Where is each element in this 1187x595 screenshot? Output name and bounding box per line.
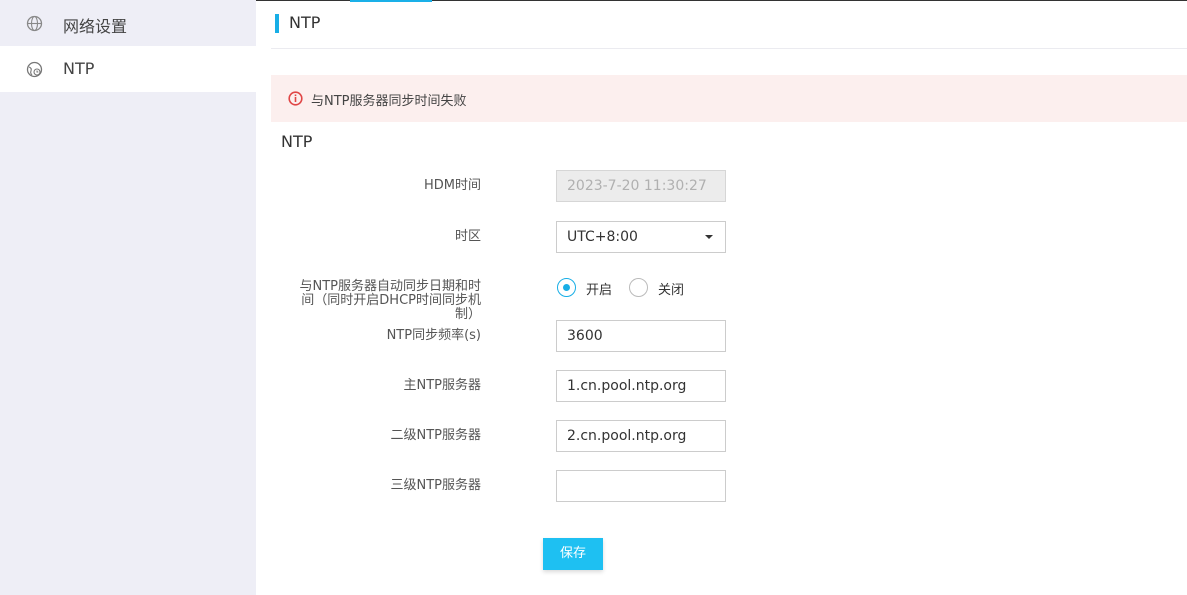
- auto-sync-off-radio[interactable]: [629, 278, 648, 297]
- auto-sync-on-label[interactable]: 开启: [586, 279, 612, 298]
- hdm-time-label: HDM时间: [423, 178, 481, 193]
- chevron-down-icon: [705, 235, 713, 239]
- timezone-value: UTC+8:00: [567, 229, 638, 245]
- auto-sync-label: 与NTP服务器自动同步日期和时 间（同时开启DHCP时间同步机 制）: [261, 280, 481, 322]
- sync-frequency-input[interactable]: 3600: [556, 320, 726, 352]
- auto-sync-on-radio[interactable]: [557, 278, 576, 297]
- active-tab-indicator: [350, 0, 432, 2]
- sidebar-item-network-settings[interactable]: 网络设置: [0, 0, 256, 46]
- timezone-select[interactable]: UTC+8:00: [556, 221, 726, 253]
- sidebar-item-label: 网络设置: [63, 17, 128, 36]
- auto-sync-label-line-1: 与NTP服务器自动同步日期和时: [299, 279, 481, 294]
- auto-sync-label-line-2: 间（同时开启DHCP时间同步机: [301, 293, 481, 308]
- globe-icon: [26, 15, 43, 32]
- primary-ntp-label: 主NTP服务器: [403, 378, 481, 393]
- error-icon: [288, 91, 303, 106]
- page-title: NTP: [289, 13, 321, 32]
- app-root: 网络设置 NTP NTP 与NTP服务器同步时间失败 NTP HDM时间 202…: [0, 0, 1187, 595]
- secondary-ntp-label: 二级NTP服务器: [390, 428, 481, 443]
- timezone-label: 时区: [454, 229, 481, 244]
- auto-sync-off-label[interactable]: 关闭: [658, 279, 684, 298]
- sidebar-item-label: NTP: [63, 59, 95, 78]
- alert-message: 与NTP服务器同步时间失败: [311, 94, 467, 109]
- tertiary-ntp-input[interactable]: [556, 470, 726, 502]
- tertiary-ntp-label: 三级NTP服务器: [390, 478, 481, 493]
- sidebar: 网络设置 NTP: [0, 0, 256, 595]
- secondary-ntp-input[interactable]: 2.cn.pool.ntp.org: [556, 420, 726, 452]
- primary-ntp-input[interactable]: 1.cn.pool.ntp.org: [556, 370, 726, 402]
- auto-sync-label-line-3: 制）: [454, 307, 481, 322]
- sidebar-item-ntp[interactable]: NTP: [0, 46, 256, 92]
- save-button[interactable]: 保存: [543, 538, 603, 570]
- hdm-time-field: 2023-7-20 11:30:27: [556, 170, 726, 202]
- error-alert: 与NTP服务器同步时间失败: [271, 75, 1187, 122]
- section-title: NTP: [281, 132, 313, 151]
- sync-frequency-label: NTP同步频率(s): [386, 328, 481, 343]
- title-divider: [271, 48, 1187, 49]
- title-accent-bar: [275, 14, 279, 33]
- clock-globe-icon: [26, 61, 43, 78]
